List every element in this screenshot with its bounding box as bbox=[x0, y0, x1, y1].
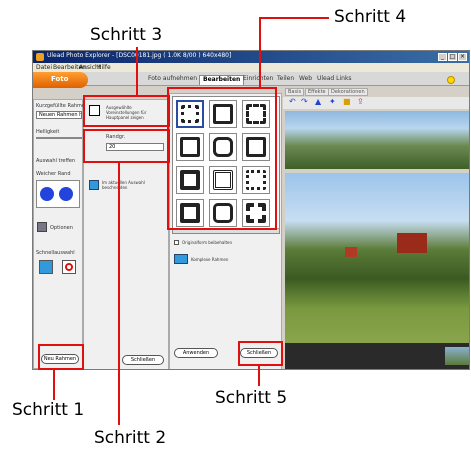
tab-edit[interactable]: Bearbeiten bbox=[199, 75, 245, 85]
connector-step5 bbox=[258, 366, 260, 386]
frame-label: Kurzgefüllte Rahmen bbox=[36, 103, 89, 109]
preview-image-main[interactable] bbox=[285, 173, 469, 343]
crop-icon[interactable] bbox=[89, 180, 99, 190]
annotation-step1: Schritt 1 bbox=[12, 400, 85, 420]
soft-edge-preview[interactable] bbox=[36, 180, 80, 208]
connector-step2 bbox=[118, 163, 120, 425]
tab-capture[interactable]: Foto aufnehmen bbox=[148, 75, 197, 85]
minimize-icon[interactable]: _ bbox=[438, 53, 447, 61]
circle-icon bbox=[40, 187, 54, 201]
tab-share[interactable]: Teilen bbox=[277, 75, 294, 85]
connector-step3 bbox=[136, 47, 138, 95]
preview-toolbar: ↶ ↷ ▲ ✦ ■ ⇪ bbox=[283, 97, 469, 109]
menu-bar: Datei Bearbeiten Ansicht Hilfe bbox=[33, 63, 469, 72]
subtab-basis[interactable]: Basis bbox=[285, 88, 305, 96]
brightness-slider[interactable] bbox=[36, 137, 82, 139]
bulb-icon[interactable] bbox=[447, 76, 455, 84]
connector-step1 bbox=[53, 370, 55, 400]
highlight-step4 bbox=[167, 87, 277, 230]
highlight-step1 bbox=[38, 344, 84, 370]
crop-text: Im aktuellen Auswahl beschneiden bbox=[102, 180, 145, 190]
house-icon bbox=[397, 233, 427, 253]
app-icon bbox=[36, 53, 44, 61]
brand-label: Foto bbox=[51, 75, 69, 83]
options-label[interactable]: Optionen bbox=[50, 225, 73, 231]
brightness-label: Helligkeit bbox=[36, 129, 60, 135]
preview-image-top bbox=[285, 111, 469, 169]
share-icon[interactable]: ⇪ bbox=[357, 97, 364, 106]
subtab-decorations[interactable]: Dekorationen bbox=[328, 88, 368, 96]
no-icon[interactable] bbox=[62, 260, 76, 274]
undo-icon[interactable]: ↶ bbox=[289, 97, 296, 106]
window-title: Ulead Photo Explorer - [DSC00181.jpg ( 1… bbox=[47, 52, 232, 59]
house-icon bbox=[345, 247, 357, 257]
redo-icon[interactable]: ↷ bbox=[301, 97, 308, 106]
connector-step4-v bbox=[259, 17, 261, 87]
complex-frames-icon[interactable] bbox=[174, 254, 188, 264]
annotation-step4: Schritt 4 bbox=[334, 7, 407, 27]
quick-select-label: Schnellauswahl bbox=[36, 250, 75, 256]
tab-web[interactable]: Web bbox=[299, 75, 312, 85]
flip-icon[interactable]: ▲ bbox=[315, 97, 321, 106]
close-icon[interactable]: × bbox=[458, 53, 467, 61]
complex-frames-label[interactable]: Komplexe Rahmen bbox=[191, 257, 228, 262]
highlight-step3 bbox=[83, 95, 170, 127]
blue-swatch-icon[interactable] bbox=[39, 260, 53, 274]
keep-shape-checkbox[interactable] bbox=[174, 240, 179, 245]
soft-edge-label: Weicher Rand bbox=[36, 171, 71, 177]
annotation-step2: Schritt 2 bbox=[94, 428, 167, 448]
circle-icon bbox=[59, 187, 73, 201]
pin-icon[interactable]: ✦ bbox=[329, 97, 336, 106]
frame-select[interactable]: Neuen Rahmen hinzufügen bbox=[36, 111, 82, 119]
annotation-step3: Schritt 3 bbox=[90, 25, 163, 45]
highlight-step5 bbox=[238, 341, 283, 366]
title-bar: Ulead Photo Explorer - [DSC00181.jpg ( 1… bbox=[33, 51, 469, 63]
brand-tab[interactable]: Foto bbox=[33, 72, 88, 88]
subtab-effects[interactable]: Effekte bbox=[305, 88, 329, 96]
connector-step4-h bbox=[259, 17, 329, 19]
cancel-button[interactable]: Schließen bbox=[122, 355, 164, 365]
left-panel: Kurzgefüllte Rahmen Neuen Rahmen hinzufü… bbox=[33, 99, 88, 369]
maximize-icon[interactable]: □ bbox=[448, 53, 457, 61]
menu-item-help[interactable]: Hilfe bbox=[97, 64, 111, 71]
apply-button[interactable]: Anwenden bbox=[174, 348, 218, 358]
highlight-step2 bbox=[83, 129, 170, 163]
options-icon[interactable] bbox=[37, 222, 47, 232]
menu-item-file[interactable]: Datei bbox=[36, 64, 52, 71]
preview-image-bottom bbox=[285, 343, 469, 369]
annotation-step5: Schritt 5 bbox=[215, 388, 288, 408]
select-checkbox-label[interactable]: Auswahl treffen bbox=[36, 158, 75, 164]
folder-icon[interactable]: ■ bbox=[343, 97, 351, 106]
tab-links[interactable]: Ulead Links bbox=[317, 75, 352, 85]
keep-shape-label: Originalform beibehalten bbox=[182, 240, 233, 245]
